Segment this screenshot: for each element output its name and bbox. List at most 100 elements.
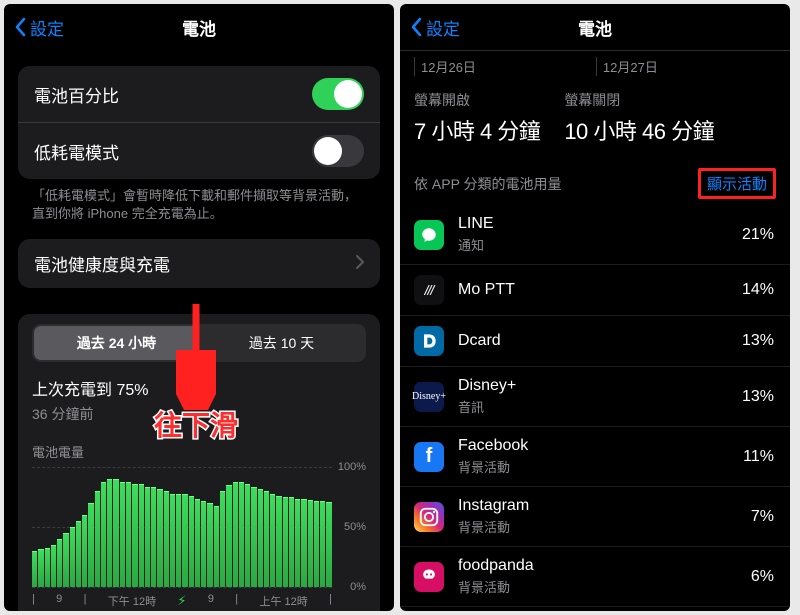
screen-time-row: 螢幕開啟 7 小時 4 分鐘 螢幕關閉 10 小時 46 分鐘 bbox=[400, 76, 790, 150]
battery-bar bbox=[233, 482, 238, 588]
date-labels: 12月26日 12月27日 bbox=[400, 50, 790, 76]
app-usage-row[interactable]: LINE通知21% bbox=[400, 205, 790, 265]
battery-bar bbox=[270, 494, 275, 588]
nav-bar: 設定 電池 bbox=[400, 4, 790, 50]
battery-bar bbox=[126, 482, 131, 588]
app-icon: /// bbox=[414, 275, 444, 305]
app-usage-row[interactable]: Dcard13% bbox=[400, 316, 790, 367]
battery-bar bbox=[251, 487, 256, 588]
back-button[interactable]: 設定 bbox=[410, 15, 460, 40]
app-usage-row[interactable]: 主畫面與鎖定畫面2% bbox=[400, 607, 790, 611]
battery-health-label: 電池健康度與充電 bbox=[34, 251, 170, 276]
battery-bar bbox=[258, 489, 263, 587]
low-power-mode-switch[interactable] bbox=[312, 135, 364, 167]
battery-bar bbox=[32, 551, 37, 587]
battery-bar bbox=[195, 499, 200, 588]
app-subtitle: 通知 bbox=[458, 235, 742, 254]
battery-percentage-cell[interactable]: 電池百分比 bbox=[18, 66, 380, 123]
app-icon bbox=[414, 502, 444, 532]
usage-section-header: 依 APP 分類的電池用量 顯示活動 bbox=[400, 150, 790, 205]
battery-bar bbox=[220, 491, 225, 587]
battery-health-group: 電池健康度與充電 bbox=[18, 239, 380, 288]
battery-health-cell[interactable]: 電池健康度與充電 bbox=[18, 239, 380, 288]
app-percentage: 7% bbox=[751, 508, 774, 526]
page-title: 電池 bbox=[182, 15, 216, 40]
low-power-mode-cell[interactable]: 低耗電模式 bbox=[18, 123, 380, 179]
battery-bar bbox=[157, 489, 162, 587]
battery-bar bbox=[38, 549, 43, 587]
app-meta: LINE通知 bbox=[458, 215, 742, 254]
battery-settings-screen-left: 設定 電池 電池百分比 低耗電模式 「低耗電模式」會暫時降低下載和郵件擷取等背景… bbox=[4, 4, 394, 611]
battery-bar bbox=[245, 484, 250, 587]
app-subtitle: 音訊 bbox=[458, 397, 742, 416]
battery-bar bbox=[107, 479, 112, 587]
back-button[interactable]: 設定 bbox=[14, 15, 64, 40]
battery-bar bbox=[51, 545, 56, 587]
app-usage-row[interactable]: Instagram 背景活動7% bbox=[400, 487, 790, 547]
app-subtitle: 背景活動 bbox=[458, 517, 751, 536]
battery-chart-card: 過去 24 小時 過去 10 天 上次充電到 75% 36 分鐘前 電池電量 1… bbox=[18, 314, 380, 611]
battery-bar bbox=[139, 484, 144, 587]
app-icon bbox=[414, 562, 444, 592]
battery-bar bbox=[101, 482, 106, 588]
y-axis-50: 50% bbox=[344, 521, 366, 533]
app-name: foodpanda bbox=[458, 557, 751, 575]
y-axis-100: 100% bbox=[338, 461, 366, 473]
app-meta: Dcard bbox=[458, 332, 742, 350]
app-name: Disney+ bbox=[458, 377, 742, 395]
app-meta: Disney+ 音訊 bbox=[458, 377, 742, 416]
time-range-segmented[interactable]: 過去 24 小時 過去 10 天 bbox=[32, 324, 366, 362]
screen-on-block: 螢幕開啟 7 小時 4 分鐘 bbox=[414, 90, 540, 146]
app-usage-row[interactable]: foodpanda背景活動6% bbox=[400, 547, 790, 607]
last-charge-subtitle: 36 分鐘前 bbox=[32, 404, 366, 424]
battery-bar bbox=[264, 491, 269, 587]
battery-bar bbox=[239, 482, 244, 588]
chevron-right-icon bbox=[356, 254, 364, 274]
battery-bar bbox=[301, 499, 306, 588]
app-name: Instagram bbox=[458, 497, 751, 515]
app-usage-row[interactable]: fFacebook背景活動11% bbox=[400, 427, 790, 487]
app-percentage: 13% bbox=[742, 388, 774, 406]
app-subtitle: 背景活動 bbox=[458, 457, 743, 476]
app-meta: Instagram 背景活動 bbox=[458, 497, 751, 536]
battery-bar bbox=[182, 494, 187, 588]
battery-percentage-switch[interactable] bbox=[312, 78, 364, 110]
screen-off-caption: 螢幕關閉 bbox=[564, 90, 714, 110]
battery-bar bbox=[226, 485, 231, 587]
battery-bar bbox=[76, 521, 81, 587]
show-activity-button[interactable]: 顯示活動 bbox=[698, 168, 776, 199]
battery-bar bbox=[201, 501, 206, 587]
battery-bar bbox=[70, 527, 75, 587]
battery-bar bbox=[45, 548, 50, 588]
app-meta: foodpanda背景活動 bbox=[458, 557, 751, 596]
battery-bar bbox=[82, 515, 87, 587]
app-meta: Mo PTT bbox=[458, 281, 742, 299]
app-percentage: 13% bbox=[742, 332, 774, 350]
app-percentage: 6% bbox=[751, 568, 774, 586]
battery-bar bbox=[326, 502, 331, 587]
battery-bar bbox=[145, 487, 150, 588]
bolt-icon: ⚡︎ bbox=[177, 593, 186, 609]
segment-24h[interactable]: 過去 24 小時 bbox=[34, 326, 199, 360]
battery-bar bbox=[295, 499, 300, 588]
app-name: Mo PTT bbox=[458, 281, 742, 299]
battery-bar bbox=[189, 496, 194, 587]
battery-bar bbox=[283, 497, 288, 587]
back-label: 設定 bbox=[426, 15, 460, 40]
app-usage-row[interactable]: Disney+Disney+ 音訊13% bbox=[400, 367, 790, 427]
battery-bar bbox=[308, 500, 313, 588]
battery-bar bbox=[95, 491, 100, 587]
battery-bar bbox=[289, 497, 294, 587]
battery-toggles-group: 電池百分比 低耗電模式 bbox=[18, 66, 380, 179]
battery-bar bbox=[176, 494, 181, 588]
battery-bar bbox=[320, 501, 325, 587]
app-name: Facebook bbox=[458, 437, 743, 455]
low-power-mode-description: 「低耗電模式」會暫時降低下載和郵件擷取等背景活動，直到你將 iPhone 完全充… bbox=[4, 179, 394, 223]
segment-10d[interactable]: 過去 10 天 bbox=[199, 326, 364, 360]
app-name: Dcard bbox=[458, 332, 742, 350]
battery-percentage-label: 電池百分比 bbox=[34, 82, 119, 107]
screen-off-block: 螢幕關閉 10 小時 46 分鐘 bbox=[564, 90, 714, 146]
battery-bar bbox=[214, 506, 219, 588]
app-usage-row[interactable]: ///Mo PTT14% bbox=[400, 265, 790, 316]
battery-bar bbox=[57, 539, 62, 587]
